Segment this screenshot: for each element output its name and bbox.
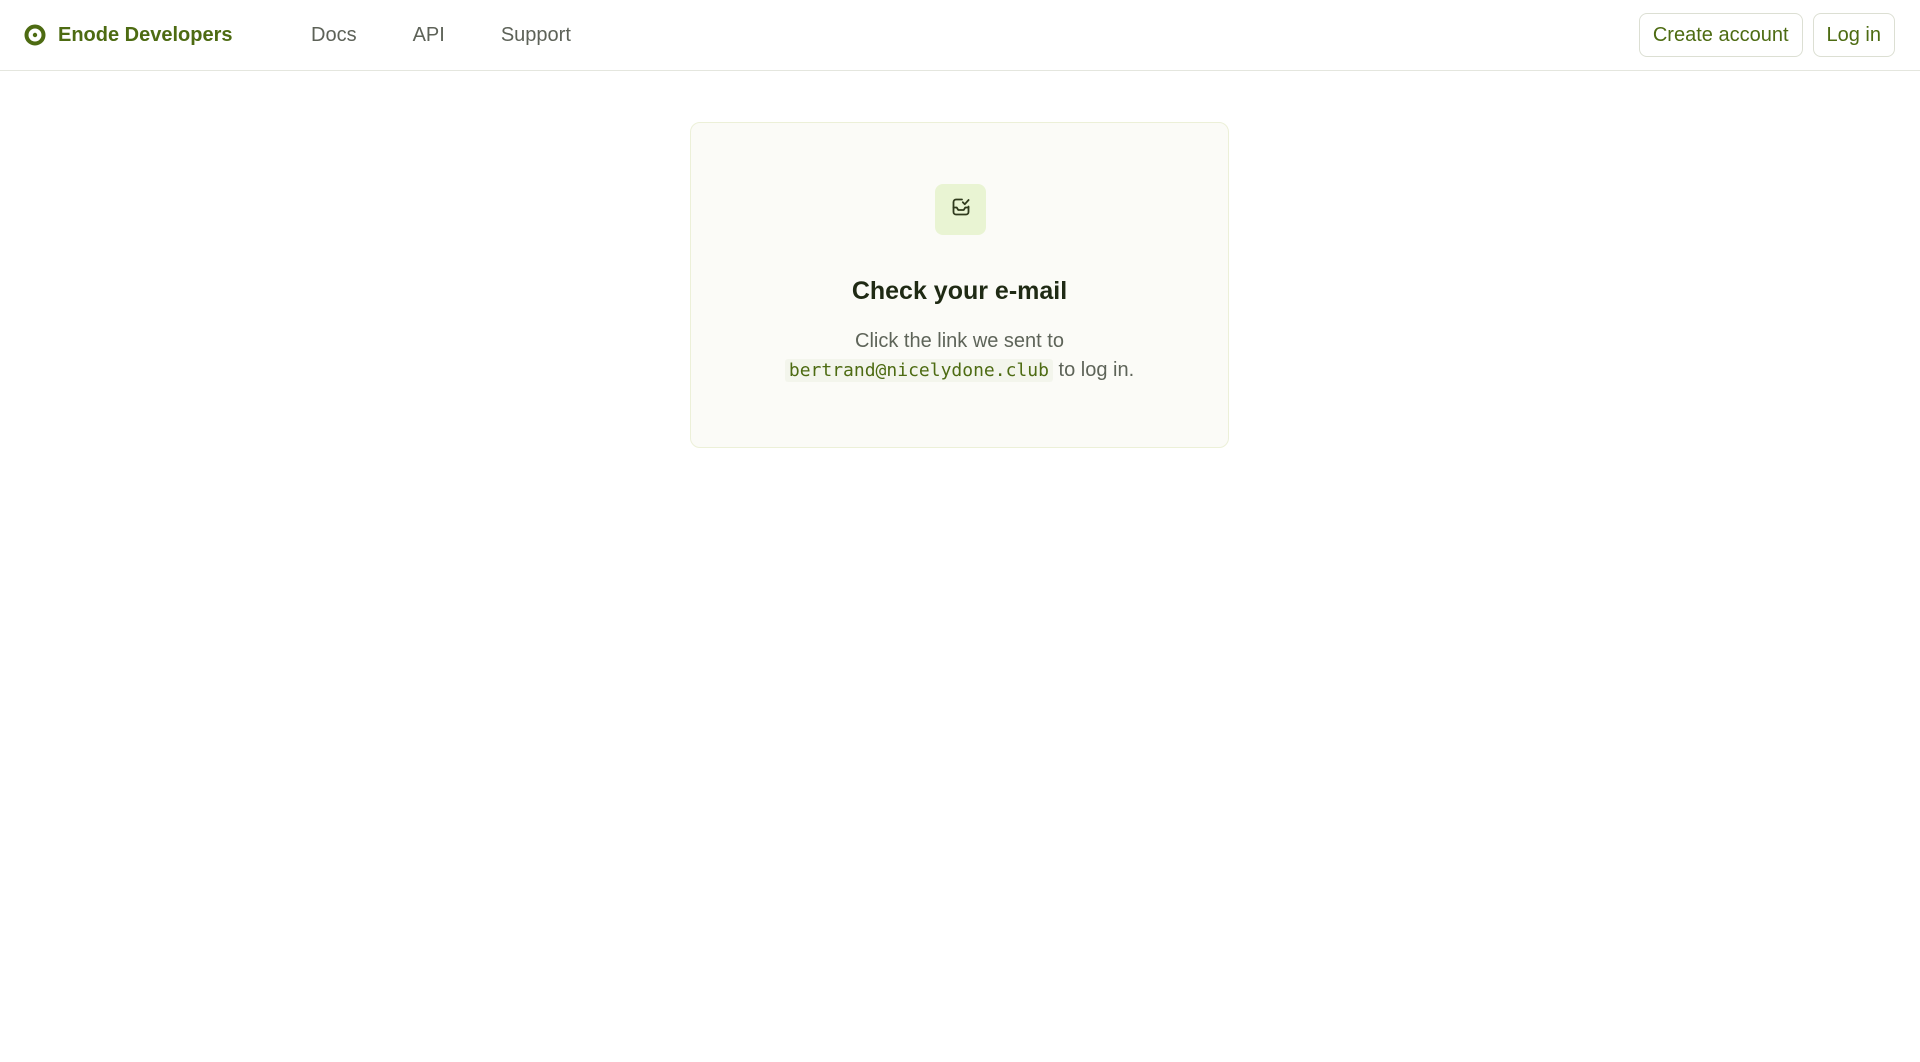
create-account-button[interactable]: Create account	[1638, 13, 1803, 57]
inbox-check-icon	[949, 195, 973, 224]
nav-link-support[interactable]: Support	[501, 24, 571, 47]
login-button[interactable]: Log in	[1812, 13, 1895, 57]
brand-name: Enode Developers	[58, 23, 233, 46]
message-suffix: to log in.	[1058, 359, 1135, 381]
check-email-card: Check your e-mail Click the link we sent…	[690, 122, 1229, 448]
nav-link-docs[interactable]: Docs	[311, 24, 357, 47]
nav-link-api[interactable]: API	[413, 24, 445, 47]
brand-home-link[interactable]: Enode Developers	[24, 18, 233, 52]
card-title: Check your e-mail	[851, 277, 1068, 305]
icon-tile	[935, 184, 986, 235]
main-nav: Docs API Support	[311, 18, 627, 52]
enode-logo-icon	[24, 24, 46, 46]
header-actions: Create account Log in	[1638, 13, 1895, 57]
message-prefix: Click the link we sent to	[855, 330, 1064, 352]
top-navigation-bar: Enode Developers Docs API Support Create…	[0, 0, 1920, 71]
card-message: Click the link we sent to bertrand@nicel…	[691, 327, 1228, 385]
email-address: bertrand@nicelydone.club	[784, 359, 1053, 382]
